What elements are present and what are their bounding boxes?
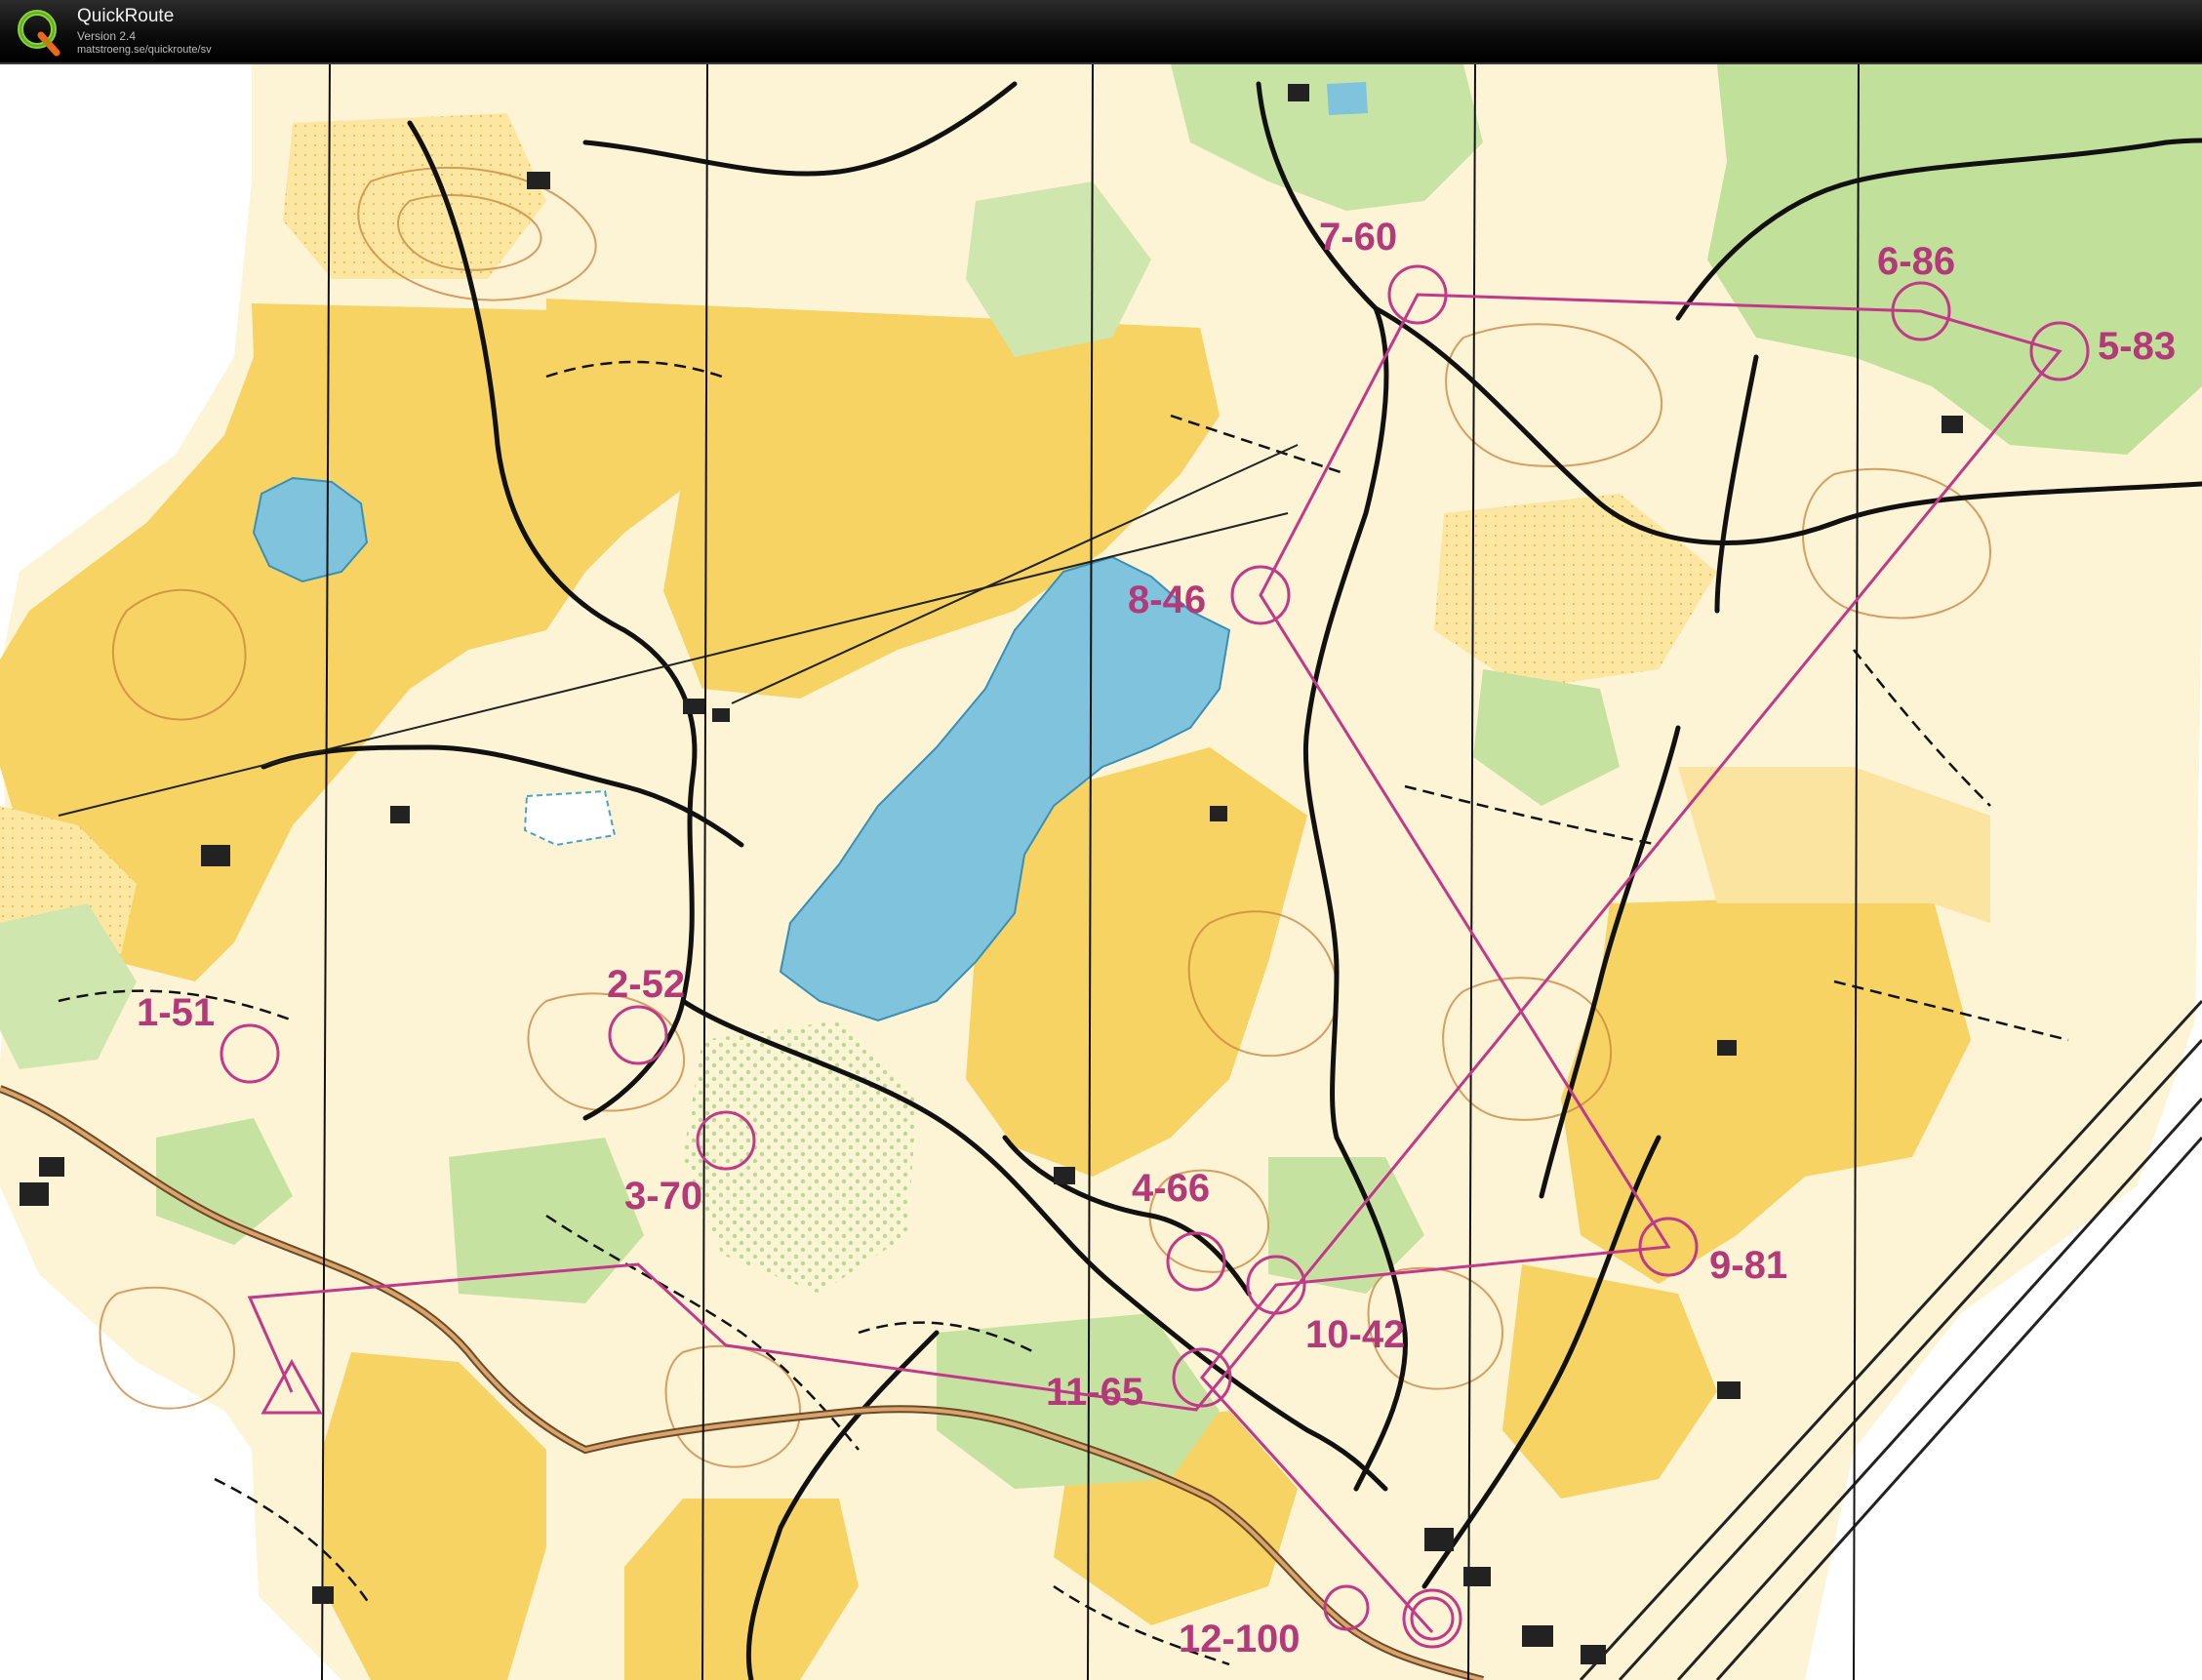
control-label-9: 9-81 [1709, 1244, 1787, 1287]
control-label-8: 8-46 [1128, 579, 1206, 621]
quickroute-logo-icon [18, 10, 60, 57]
orienteering-map[interactable]: 1-51 2-52 3-70 4-66 5-83 6-86 7-60 8-46 … [0, 64, 2202, 1680]
control-label-3: 3-70 [624, 1175, 702, 1218]
control-label-10: 10-42 [1305, 1313, 1405, 1356]
control-label-5: 5-83 [2098, 325, 2176, 368]
control-label-7: 7-60 [1319, 216, 1397, 259]
pond-north [1327, 82, 1368, 115]
control-label-11: 11-65 [1046, 1371, 1143, 1414]
control-label-4: 4-66 [1132, 1167, 1210, 1210]
app-url: matstroeng.se/quickroute/sv [77, 44, 212, 56]
app-name: QuickRoute [77, 6, 175, 26]
app-version: Version 2.4 [77, 29, 137, 43]
control-label-12: 12-100 [1179, 1618, 1301, 1660]
control-label-6: 6-86 [1877, 240, 1955, 283]
control-label-2: 2-52 [607, 963, 685, 1006]
control-label-1: 1-51 [137, 991, 215, 1034]
title-bar: QuickRoute Version 2.4 matstroeng.se/qui… [0, 0, 2202, 64]
